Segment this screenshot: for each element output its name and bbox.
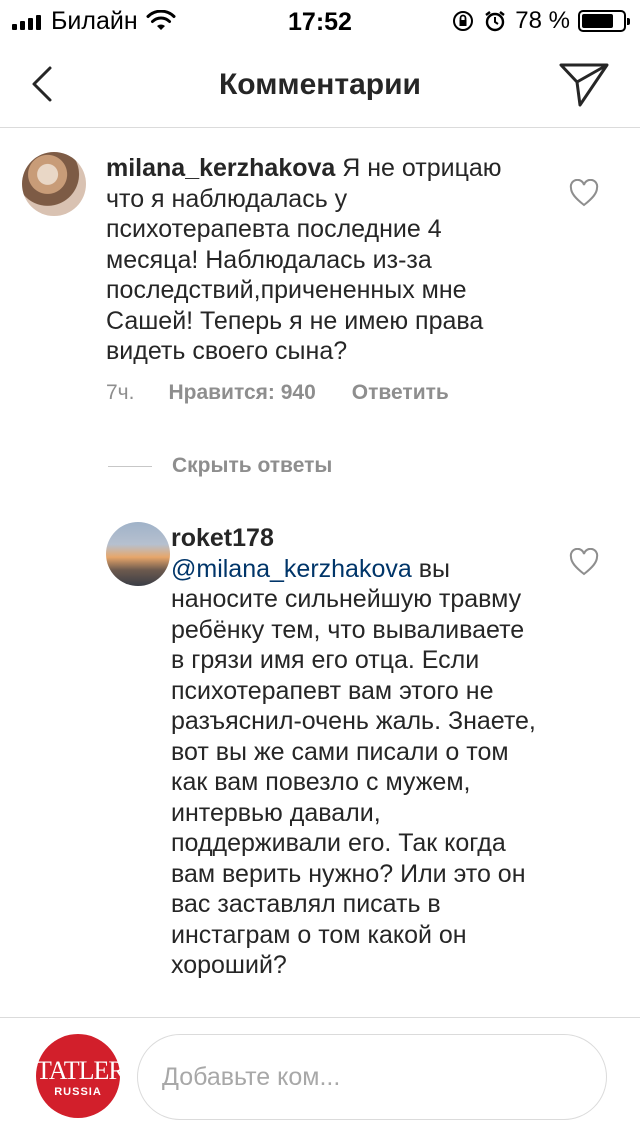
comment-body: milana_kerzhakova Я не отрицаю что я наб… — [106, 153, 536, 367]
page-title: Комментарии — [218, 68, 422, 101]
heart-outline-icon[interactable] — [569, 179, 599, 207]
alarm-icon — [485, 11, 506, 32]
comment-text: Я не отрицаю что я наблюдалась у психоте… — [106, 154, 502, 365]
navigation-bar: Комментарии — [0, 40, 640, 128]
brand-logo-text: TATLER — [36, 1056, 126, 1085]
reply-button[interactable]: Ответить — [352, 381, 449, 405]
status-bar-right: 78 % — [451, 7, 630, 34]
battery-level — [582, 14, 614, 28]
battery-icon — [578, 10, 630, 32]
paper-plane-icon[interactable] — [558, 60, 610, 108]
reply-username[interactable]: roket178 — [171, 524, 274, 552]
user-avatar: TATLER RUSSIA — [36, 1034, 126, 1118]
comment-input[interactable] — [137, 1034, 607, 1120]
heart-outline-icon[interactable] — [569, 548, 599, 576]
comment-likes-button[interactable]: Нравится: 940 — [168, 381, 315, 405]
rotation-lock-icon — [453, 11, 474, 31]
hide-replies-label: Скрыть ответы — [172, 454, 333, 477]
reply-mention[interactable]: @milana_kerzhakova — [171, 555, 412, 583]
comment-meta: 7ч. Нравится: 940 Ответить — [106, 381, 449, 405]
comment-composer: TATLER RUSSIA — [0, 1017, 640, 1136]
comment-time: 7ч. — [106, 381, 135, 404]
avatar[interactable] — [22, 152, 86, 216]
hide-replies-button[interactable]: Скрыть ответы — [108, 454, 332, 478]
divider — [108, 465, 152, 467]
reply-body: roket178 @milana_kerzhakova вы наносите с… — [171, 523, 541, 981]
comment-username[interactable]: milana_kerzhakova — [106, 154, 335, 182]
status-bar: Билайн 17:52 78 % — [0, 0, 640, 40]
brand-logo-subtext: RUSSIA — [54, 1086, 102, 1098]
comments-list[interactable]: milana_kerzhakova Я не отрицаю что я наб… — [0, 129, 640, 1017]
reply-text: вы наносите сильнейшую травму ребёнку те… — [171, 554, 536, 980]
battery-percent: 78 % — [515, 7, 570, 34]
avatar[interactable] — [106, 522, 170, 586]
